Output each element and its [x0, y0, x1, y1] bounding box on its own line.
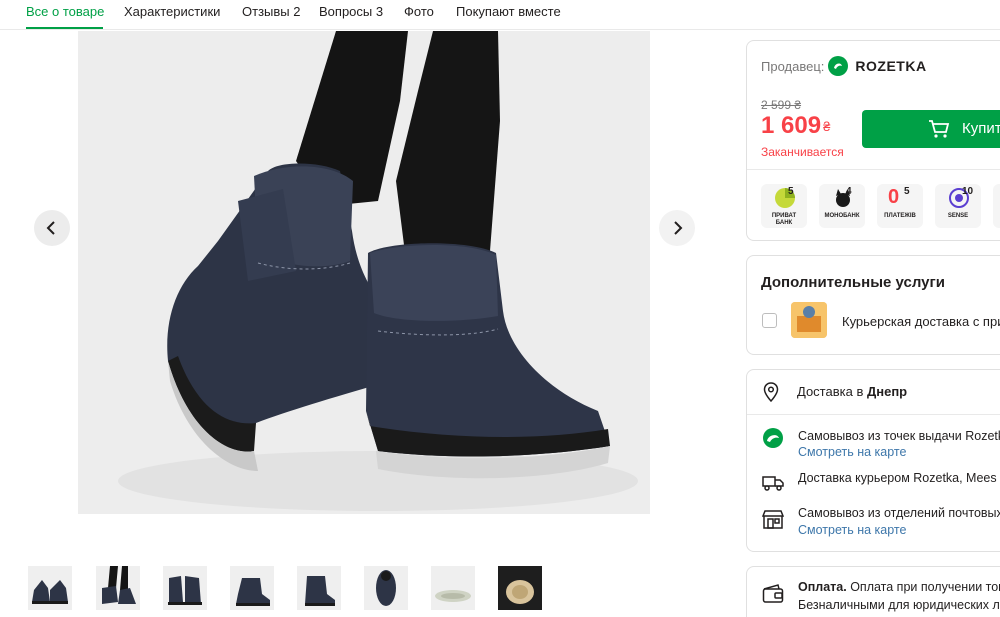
seller-line: Продавец: ROZETKA	[761, 56, 927, 76]
thumbnail-4[interactable]	[230, 566, 274, 610]
courier-delivery-checkbox[interactable]	[762, 313, 777, 328]
delivery-city[interactable]: Доставка в Днепр	[797, 384, 907, 399]
tab-questions[interactable]: Вопросы 3	[319, 4, 383, 19]
privatbank-badge-label: ПРИВАТ БАНК	[771, 213, 797, 226]
tabs-divider	[0, 29, 1000, 30]
sense-badge-label: SENSE	[947, 213, 969, 219]
sense-installment-badge[interactable]: 10 SENSE	[935, 184, 981, 228]
payment-line-2: Безналичными для юридических л	[798, 598, 1000, 612]
seller-divider	[747, 169, 1000, 170]
buy-button-label: Купить	[962, 120, 1000, 137]
price-value: 1 609	[761, 112, 822, 139]
thumbnail-6[interactable]	[364, 566, 408, 610]
sense-badge-number: 10	[962, 186, 974, 197]
monobank-badge-number: 4	[846, 186, 852, 197]
main-product-image[interactable]	[78, 31, 650, 514]
seller-price-card: Продавец: ROZETKA 2 599 ₴ 1 609 ₴ Заканчи…	[746, 40, 1000, 241]
tab-reviews[interactable]: Отзывы 2	[242, 4, 300, 19]
zero-percent-icon: 0	[888, 186, 900, 208]
tab-characteristics[interactable]: Характеристики	[124, 4, 220, 19]
privatbank-badge-number: 5	[788, 186, 794, 197]
zero-percent-installment-badge[interactable]: 0 5 ПЛАТЕЖІВ	[877, 184, 923, 228]
courier-service-image	[791, 302, 827, 338]
chevron-right-icon	[674, 221, 683, 235]
additional-services-card: Дополнительные услуги Курьерская доставк…	[746, 255, 1000, 355]
zero-percent-badge-label: ПЛАТЕЖІВ	[884, 213, 916, 219]
monobank-badge-label: МОНОБАНК	[824, 213, 860, 219]
payment-title: Оплата.	[798, 580, 847, 594]
courier-service-label: Курьерская доставка с при	[842, 314, 1000, 329]
payment-line-1: Оплата. Оплата при получении тов	[798, 580, 1000, 594]
seller-label: Продавец:	[761, 58, 825, 74]
next-image-button[interactable]	[659, 210, 695, 246]
stock-status: Заканчивается	[761, 145, 844, 159]
rozetka-logo-icon	[828, 56, 849, 76]
thumbnail-3[interactable]	[163, 566, 207, 610]
post-office-map-link[interactable]: Смотреть на карте	[798, 523, 906, 537]
current-price: 1 609 ₴	[761, 112, 830, 140]
delivery-card: Доставка в Днепр Самовывоз из точек выда…	[746, 369, 1000, 552]
post-office-icon	[762, 510, 784, 529]
thumbnail-7[interactable]	[431, 566, 475, 610]
more-installment-badge[interactable]	[993, 184, 1000, 228]
privatbank-installment-badge[interactable]: 5 ПРИВАТ БАНК	[761, 184, 807, 228]
location-pin-icon	[763, 382, 779, 402]
tab-photo[interactable]: Фото	[404, 4, 434, 19]
wallet-icon	[762, 584, 784, 603]
pickup-rozetka-map-link[interactable]: Смотреть на карте	[798, 445, 906, 459]
pickup-rozetka-text: Самовывоз из точек выдачи Rozetk	[798, 429, 1000, 443]
courier-delivery-text: Доставка курьером Rozetka, Mees	[798, 471, 997, 485]
zero-percent-badge-number: 5	[904, 186, 910, 197]
tab-bought-together[interactable]: Покупают вместе	[456, 4, 561, 19]
thumbnail-8[interactable]	[498, 566, 542, 610]
delivery-divider	[747, 414, 1000, 415]
courier-truck-icon	[762, 476, 784, 491]
thumbnail-1[interactable]	[28, 566, 72, 610]
price-currency: ₴	[823, 119, 831, 134]
cart-icon	[929, 120, 950, 138]
delivery-city-name: Днепр	[866, 384, 908, 399]
tab-all-about-product[interactable]: Все о товаре	[26, 4, 104, 19]
services-title: Дополнительные услуги	[761, 274, 945, 291]
buy-button[interactable]: Купить	[862, 110, 1000, 148]
seller-name[interactable]: ROZETKA	[855, 58, 926, 74]
chevron-left-icon	[46, 221, 55, 235]
previous-image-button[interactable]	[34, 210, 70, 246]
thumbnail-strip	[28, 566, 548, 610]
product-tabs: Все о товаре Характеристики Отзывы 2 Воп…	[0, 0, 1000, 30]
monobank-installment-badge[interactable]: 4 МОНОБАНК	[819, 184, 865, 228]
payment-card: Оплата. Оплата при получении тов Безнали…	[746, 566, 1000, 617]
thumbnail-2[interactable]	[96, 566, 140, 610]
rozetka-pickup-icon	[763, 428, 783, 448]
thumbnail-5[interactable]	[297, 566, 341, 610]
old-price: 2 599 ₴	[761, 98, 802, 112]
post-office-pickup-text: Самовывоз из отделений почтовых	[798, 506, 1000, 520]
